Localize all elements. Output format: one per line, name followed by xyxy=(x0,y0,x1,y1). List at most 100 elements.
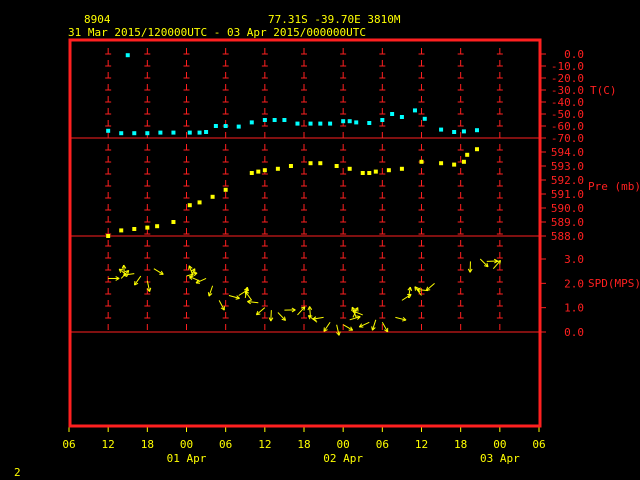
temperature-point xyxy=(461,129,466,134)
pressure-point xyxy=(461,159,466,164)
pressure-point xyxy=(197,200,202,205)
pressure-point xyxy=(474,147,479,152)
wind-arrow xyxy=(479,258,489,268)
temperature-point xyxy=(347,119,352,124)
pressure-point xyxy=(106,234,111,238)
temperature-point xyxy=(145,131,150,136)
x-axis-ticks: 06 12 18 00 06 12 18 00 06 12 18 00 06 01 Apr 02 Apr 03… xyxy=(62,426,546,465)
wind-axis-label: SPD(MPS) xyxy=(588,277,640,290)
pressure-point xyxy=(145,225,150,230)
temperature-point xyxy=(308,121,313,126)
plot-frame xyxy=(68,38,542,428)
wind-tick-label: 2.0 xyxy=(564,277,584,290)
wind-arrow xyxy=(268,310,274,322)
x-tick-label: 00 xyxy=(493,438,506,451)
wind-arrow xyxy=(218,300,225,311)
pressure-point xyxy=(256,169,261,174)
temperature-point xyxy=(390,112,395,116)
pressure-point xyxy=(288,164,293,168)
temperature-point xyxy=(197,130,202,135)
wind-arrow xyxy=(486,258,499,264)
wind-arrow xyxy=(342,324,354,331)
pressure-point xyxy=(249,171,254,175)
temperature-point xyxy=(282,118,287,122)
temperature-point xyxy=(399,115,404,119)
temperature-point xyxy=(272,118,277,122)
wind-arrow xyxy=(284,307,296,313)
temperature-axis-label: T(C) xyxy=(590,84,617,97)
day-label: 02 Apr xyxy=(323,452,363,465)
temperature-point xyxy=(412,108,417,113)
pressure-point xyxy=(262,168,267,173)
pressure-point xyxy=(399,166,404,171)
pressure-point xyxy=(171,220,176,224)
wind-arrow xyxy=(247,299,259,305)
temperature-point xyxy=(354,120,359,125)
pressure-point xyxy=(386,168,391,173)
pressure-tick-label: 593.0 xyxy=(551,160,584,173)
pressure-point xyxy=(367,171,372,175)
wind-arrow xyxy=(244,291,253,301)
pressure-point xyxy=(155,224,160,229)
temperature-point xyxy=(341,119,346,124)
pressure-point xyxy=(347,166,352,171)
pressure-point xyxy=(223,187,228,192)
temperature-point xyxy=(422,116,427,121)
temperature-point xyxy=(132,131,137,136)
pressure-point xyxy=(334,164,339,168)
wind-arrow xyxy=(371,319,377,331)
temperature-point xyxy=(106,128,111,133)
wind-arrow xyxy=(277,312,287,321)
temperature-point xyxy=(367,121,372,125)
wind-arrow xyxy=(425,282,435,292)
temperature-point xyxy=(262,118,267,122)
temperature-tick-label: -70.0 xyxy=(551,132,584,145)
temperature-point xyxy=(223,124,228,128)
wind-arrow xyxy=(381,322,389,333)
pressure-tick-label: 590.0 xyxy=(551,202,584,215)
wind-arrow xyxy=(153,268,164,275)
pressure-series xyxy=(106,147,479,238)
temperature-point xyxy=(125,53,130,58)
pressure-point xyxy=(452,162,457,167)
pressure-point xyxy=(318,161,323,166)
pressure-point xyxy=(465,152,470,157)
x-tick-label: 06 xyxy=(376,438,389,451)
temperature-point xyxy=(249,120,254,125)
pressure-point xyxy=(373,169,378,174)
wind-arrow xyxy=(228,295,240,300)
x-tick-label: 18 xyxy=(454,438,467,451)
temperature-point xyxy=(187,130,192,135)
grid xyxy=(105,48,503,332)
pressure-point xyxy=(210,194,215,199)
x-tick-label: 18 xyxy=(297,438,310,451)
wind-arrow xyxy=(467,261,473,273)
panel-dividers xyxy=(70,137,540,333)
wind-arrow xyxy=(358,321,370,328)
pressure-point xyxy=(439,161,444,166)
wind-arrow xyxy=(336,324,341,336)
pressure-tick-label: 594.0 xyxy=(551,146,584,159)
page-number: 2 xyxy=(14,466,21,479)
wind-arrow xyxy=(395,316,407,322)
x-tick-label: 06 xyxy=(532,438,545,451)
wind-arrow xyxy=(401,293,412,301)
x-tick-label: 00 xyxy=(180,438,193,451)
day-label: 01 Apr xyxy=(167,452,207,465)
wind-tick-label: 3.0 xyxy=(564,253,584,266)
temperature-point xyxy=(474,128,479,133)
y-axis-ticks: 0.0-10.0-20.0-30.0-40.0-50.0-60.0-70.059… xyxy=(540,48,584,339)
location-readout: 77.31S -39.70E 3810M xyxy=(268,13,401,26)
station-id: 8904 xyxy=(84,13,111,26)
pressure-point xyxy=(308,161,313,166)
temperature-point xyxy=(236,124,241,129)
pressure-tick-label: 589.0 xyxy=(551,216,584,229)
x-tick-label: 18 xyxy=(141,438,154,451)
wind-arrow xyxy=(349,315,361,321)
temperature-point xyxy=(328,121,333,126)
pressure-point xyxy=(275,166,280,171)
wind-arrow xyxy=(108,276,120,281)
x-tick-label: 12 xyxy=(415,438,428,451)
pressure-point xyxy=(132,227,137,231)
wind-arrow xyxy=(146,280,152,292)
